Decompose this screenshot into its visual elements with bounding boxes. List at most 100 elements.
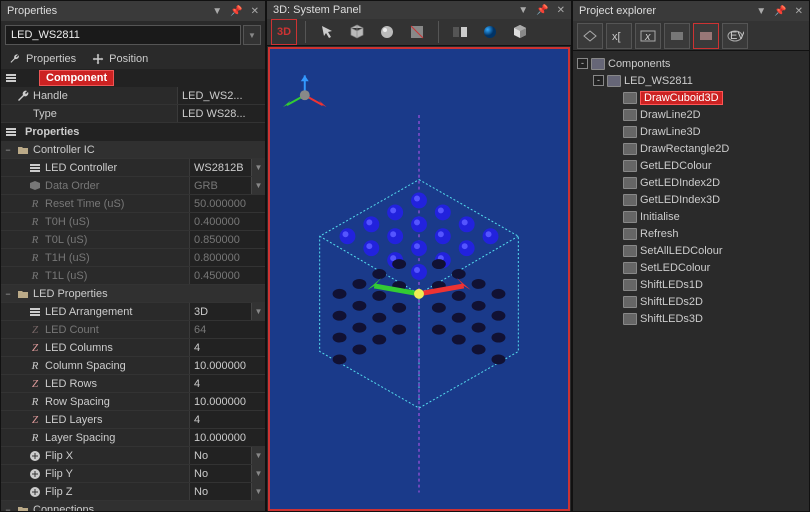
tree-row[interactable]: GetLEDIndex3D xyxy=(577,191,805,208)
property-value: 0.800000 xyxy=(189,249,265,266)
property-value: 0.400000 xyxy=(189,213,265,230)
collapse-icon[interactable]: − xyxy=(1,505,15,512)
dropdown-icon[interactable]: ▼ xyxy=(251,177,265,194)
dropdown-icon[interactable]: ▼ xyxy=(251,447,265,464)
tree-row[interactable]: - LED_WS2811 xyxy=(577,72,805,89)
explorer-filter-1[interactable] xyxy=(577,23,603,49)
tab-properties-label: Properties xyxy=(26,53,76,65)
pin-icon[interactable]: 📌 xyxy=(536,5,548,16)
explorer-filter-5-active[interactable] xyxy=(693,23,719,49)
property-row: R T1H (uS) 0.800000 xyxy=(1,249,265,267)
arrow-icon xyxy=(319,24,335,40)
component-name-input[interactable] xyxy=(5,25,241,45)
tab-properties[interactable]: Properties xyxy=(9,53,76,65)
explorer-filter-2[interactable]: x[ xyxy=(606,23,632,49)
solid-cube-button[interactable] xyxy=(507,19,533,45)
tree-row[interactable]: ShiftLEDs1D xyxy=(577,276,805,293)
tree-item-label: LED_WS2811 xyxy=(624,75,693,87)
tree-row[interactable]: SetAllLEDColour xyxy=(577,242,805,259)
close-icon[interactable]: ✕ xyxy=(795,6,803,17)
tree-item-icon xyxy=(623,228,637,240)
dropdown-icon[interactable]: ▼ xyxy=(251,303,265,320)
tree-row[interactable]: DrawLine3D xyxy=(577,123,805,140)
property-label: Layer Spacing xyxy=(43,432,189,444)
property-type-icon xyxy=(27,450,43,462)
tree-toggle[interactable]: - xyxy=(577,58,588,69)
cube-tool-button[interactable] xyxy=(344,19,370,45)
viewport-canvas[interactable] xyxy=(268,47,570,511)
property-row: Z LED Count 64 xyxy=(1,321,265,339)
dropdown-icon[interactable]: ▼ xyxy=(251,465,265,482)
bracket-x-icon: x[ xyxy=(610,29,628,43)
tree-row[interactable]: ShiftLEDs3D xyxy=(577,310,805,327)
property-type-icon: Z xyxy=(27,324,43,336)
explorer-toolbar: x[ x EV xyxy=(573,21,809,51)
tree-row[interactable]: Refresh xyxy=(577,225,805,242)
diamond-icon xyxy=(581,29,599,43)
explorer-filter-6[interactable]: EV xyxy=(722,23,748,49)
dropdown-icon[interactable]: ▼ xyxy=(518,5,528,16)
property-value[interactable]: 10.000000 xyxy=(189,357,265,374)
mode-3d-tab[interactable]: 3D xyxy=(271,19,297,45)
property-group[interactable]: − Controller IC xyxy=(1,141,265,159)
property-value[interactable]: 4 xyxy=(189,339,265,356)
component-name-dropdown[interactable]: ▼ xyxy=(243,25,261,45)
property-value[interactable]: No xyxy=(189,483,251,500)
property-type-icon xyxy=(15,90,31,102)
property-value[interactable]: LED WS28... xyxy=(177,105,265,122)
tree-row[interactable]: - Components xyxy=(577,55,805,72)
component-name-row: ▼ xyxy=(1,21,265,49)
property-value[interactable]: WS2812B xyxy=(189,159,251,176)
dropdown-icon[interactable]: ▼ xyxy=(251,483,265,500)
folder-icon xyxy=(15,504,31,512)
property-value[interactable]: No xyxy=(189,465,251,482)
tree-row[interactable]: SetLEDColour xyxy=(577,259,805,276)
property-value[interactable]: LED_WS2... xyxy=(177,87,265,104)
property-type-icon: R xyxy=(27,234,43,246)
explorer-filter-4[interactable] xyxy=(664,23,690,49)
tree-row[interactable]: DrawLine2D xyxy=(577,106,805,123)
tree-toggle[interactable]: - xyxy=(593,75,604,86)
tree-row[interactable]: GetLEDColour xyxy=(577,157,805,174)
property-label: LED Controller xyxy=(43,162,189,174)
property-value[interactable]: 10.000000 xyxy=(189,429,265,446)
explorer-filter-3[interactable]: x xyxy=(635,23,661,49)
tree-item-label: Components xyxy=(608,58,670,70)
dropdown-icon[interactable]: ▼ xyxy=(251,159,265,176)
tab-position[interactable]: Position xyxy=(92,53,148,65)
dropdown-icon[interactable]: ▼ xyxy=(756,6,766,17)
close-icon[interactable]: ✕ xyxy=(251,6,259,17)
orbit-tool-button[interactable] xyxy=(404,19,430,45)
tree-row[interactable]: ShiftLEDs2D xyxy=(577,293,805,310)
tree-item-label: ShiftLEDs1D xyxy=(640,279,703,291)
property-type-icon: Z xyxy=(27,342,43,354)
property-value[interactable]: No xyxy=(189,447,251,464)
viewport-title: 3D: System Panel xyxy=(273,4,361,16)
pin-icon[interactable]: 📌 xyxy=(774,6,786,17)
sphere-tool-button[interactable] xyxy=(374,19,400,45)
tree-row[interactable]: DrawRectangle2D xyxy=(577,140,805,157)
viewport-scene xyxy=(270,49,568,509)
property-value[interactable]: 4 xyxy=(189,375,265,392)
tree-item-icon xyxy=(623,313,637,325)
pin-icon[interactable]: 📌 xyxy=(230,6,242,17)
close-icon[interactable]: ✕ xyxy=(557,5,565,16)
property-group[interactable]: − Connections xyxy=(1,501,265,511)
tree-row[interactable]: GetLEDIndex2D xyxy=(577,174,805,191)
collapse-icon[interactable]: − xyxy=(1,289,15,299)
split-view-button[interactable] xyxy=(447,19,473,45)
property-value[interactable]: 3D xyxy=(189,303,251,320)
property-value[interactable]: 4 xyxy=(189,411,265,428)
explorer-panel: Project explorer ▼ 📌 ✕ x[ x EV - Compone… xyxy=(572,0,810,512)
property-value[interactable]: 10.000000 xyxy=(189,393,265,410)
property-row: R Reset Time (uS) 50.000000 xyxy=(1,195,265,213)
tree-row[interactable]: Initialise xyxy=(577,208,805,225)
tree-row[interactable]: DrawCuboid3D xyxy=(577,89,805,106)
arrow-tool-button[interactable] xyxy=(314,19,340,45)
property-group[interactable]: − LED Properties xyxy=(1,285,265,303)
collapse-icon[interactable]: − xyxy=(1,145,15,155)
tree-item-label: DrawLine2D xyxy=(640,109,701,121)
ev-icon: EV xyxy=(726,29,744,43)
dropdown-icon[interactable]: ▼ xyxy=(212,6,222,17)
shaded-sphere-button[interactable] xyxy=(477,19,503,45)
